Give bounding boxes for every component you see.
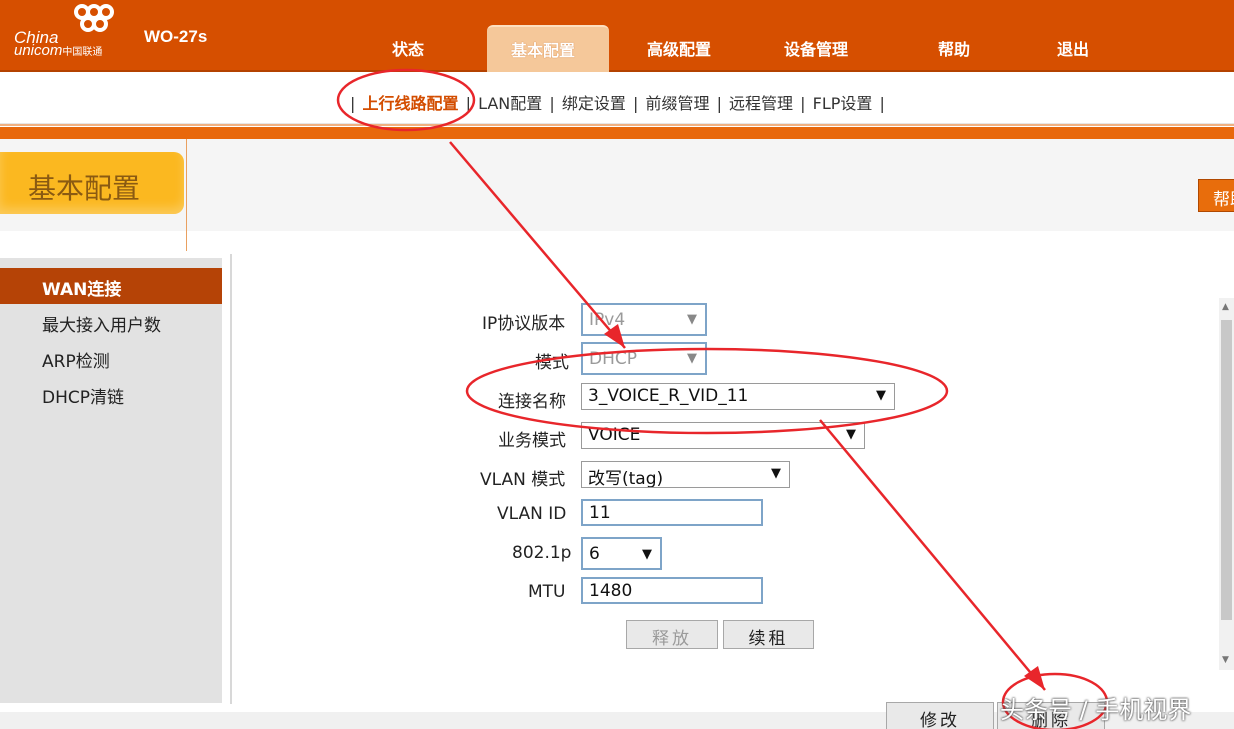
renew-button[interactable]: 续租 (723, 620, 814, 649)
nav-device-management[interactable]: 设备管理 (784, 36, 848, 60)
watermark: 头条号 / 手机视界 (1000, 696, 1192, 724)
nav-basic-config-label: 基本配置 (511, 41, 576, 60)
divider (0, 124, 1234, 126)
subnav-remote[interactable]: 远程管理 (729, 94, 793, 113)
sub-navigation: | 上行线路配置 | LAN配置 | 绑定设置 | 前缀管理 | 远程管理 | … (0, 74, 1234, 124)
brand-line-2: unicom中国联通 (14, 42, 103, 59)
mode-select: DHCP ▼ (581, 342, 707, 375)
dot1p-value: 6 (589, 544, 600, 564)
subnav-separator: | (879, 94, 885, 113)
subnav-binding[interactable]: 绑定设置 (562, 94, 626, 113)
nav-status[interactable]: 状态 (392, 36, 424, 60)
device-model: WO-27s (144, 27, 208, 46)
nav-help[interactable]: 帮助 (938, 36, 970, 60)
divider (230, 254, 232, 704)
divider (186, 139, 187, 251)
sidebar-item-wan[interactable]: WAN连接 (0, 268, 222, 304)
vertical-scrollbar[interactable]: ▲ ▼ (1219, 298, 1234, 670)
vlan-id-label: VLAN ID (497, 504, 567, 524)
subnav-prefix[interactable]: 前缀管理 (645, 94, 709, 113)
sidebar: WAN连接 最大接入用户数 ARP检测 DHCP清链 (0, 258, 222, 703)
ip-version-value: IPv4 (589, 310, 626, 330)
scroll-down-icon[interactable]: ▼ (1222, 655, 1229, 665)
sidebar-item-dhcp[interactable]: DHCP清链 (0, 376, 222, 412)
ip-version-select: IPv4 ▼ (581, 303, 707, 336)
subnav-uplink-config[interactable]: 上行线路配置 (362, 94, 458, 113)
subnav-separator: | (549, 94, 555, 113)
mode-label: 模式 (535, 353, 569, 373)
subnav-separator: | (632, 94, 639, 113)
nav-advanced-config[interactable]: 高级配置 (647, 36, 711, 60)
subnav-separator: | (716, 94, 722, 113)
subnav-separator: | (465, 94, 471, 113)
chevron-down-icon: ▼ (846, 427, 856, 442)
chevron-down-icon: ▼ (687, 351, 697, 366)
modify-button[interactable]: 修改 (886, 702, 994, 729)
chevron-down-icon: ▼ (642, 547, 652, 562)
mode-value: DHCP (589, 349, 637, 369)
release-button: 释放 (626, 620, 718, 649)
nav-basic-config[interactable]: 基本配置 (487, 25, 609, 72)
sidebar-item-arp[interactable]: ARP检测 (0, 340, 222, 376)
page-title: 基本配置 (0, 152, 184, 214)
subnav-flp[interactable]: FLP设置 (813, 94, 873, 113)
china-unicom-logo: China unicom中国联通 (12, 2, 130, 68)
service-mode-select[interactable]: VOICE ▼ (581, 422, 865, 449)
mtu-input[interactable]: 1480 (581, 577, 763, 604)
chevron-down-icon: ▼ (687, 312, 697, 327)
scroll-up-icon[interactable]: ▲ (1222, 302, 1229, 312)
vlan-mode-label: VLAN 模式 (480, 470, 566, 490)
vlan-mode-select[interactable]: 改写(tag) ▼ (581, 461, 790, 488)
connection-name-select[interactable]: 3_VOICE_R_VID_11 ▼ (581, 383, 895, 410)
header-bar: China unicom中国联通 WO-27s 状态 基本配置 高级配置 设备管… (0, 0, 1234, 72)
scroll-thumb[interactable] (1221, 320, 1232, 620)
ip-version-label: IP协议版本 (482, 314, 566, 334)
page-title-text: 基本配置 (28, 172, 141, 205)
help-button[interactable]: 帮助 (1198, 179, 1234, 212)
service-mode-value: VOICE (588, 425, 641, 445)
subnav-separator: | (350, 94, 356, 113)
dot1p-label: 802.1p (512, 543, 572, 563)
arrow-line (819, 419, 1046, 691)
chevron-down-icon: ▼ (876, 388, 886, 403)
unicom-knot-icon (74, 4, 114, 32)
chevron-down-icon: ▼ (771, 466, 781, 481)
router-admin-page: China unicom中国联通 WO-27s 状态 基本配置 高级配置 设备管… (0, 0, 1234, 729)
sidebar-item-max-users[interactable]: 最大接入用户数 (0, 304, 222, 340)
accent-band (0, 127, 1234, 139)
dot1p-select[interactable]: 6 ▼ (581, 537, 662, 570)
service-mode-label: 业务模式 (498, 431, 566, 451)
mtu-label: MTU (528, 582, 566, 602)
vlan-mode-value: 改写(tag) (588, 469, 664, 488)
subnav-lan-config[interactable]: LAN配置 (478, 94, 542, 113)
vlan-id-input[interactable]: 11 (581, 499, 763, 526)
subnav-row: | 上行线路配置 | LAN配置 | 绑定设置 | 前缀管理 | 远程管理 | … (348, 90, 887, 114)
subnav-separator: | (800, 94, 806, 113)
connection-name-label: 连接名称 (498, 392, 566, 412)
nav-logout[interactable]: 退出 (1057, 36, 1089, 60)
connection-name-value: 3_VOICE_R_VID_11 (588, 386, 749, 406)
arrow-head-icon (1024, 666, 1045, 690)
